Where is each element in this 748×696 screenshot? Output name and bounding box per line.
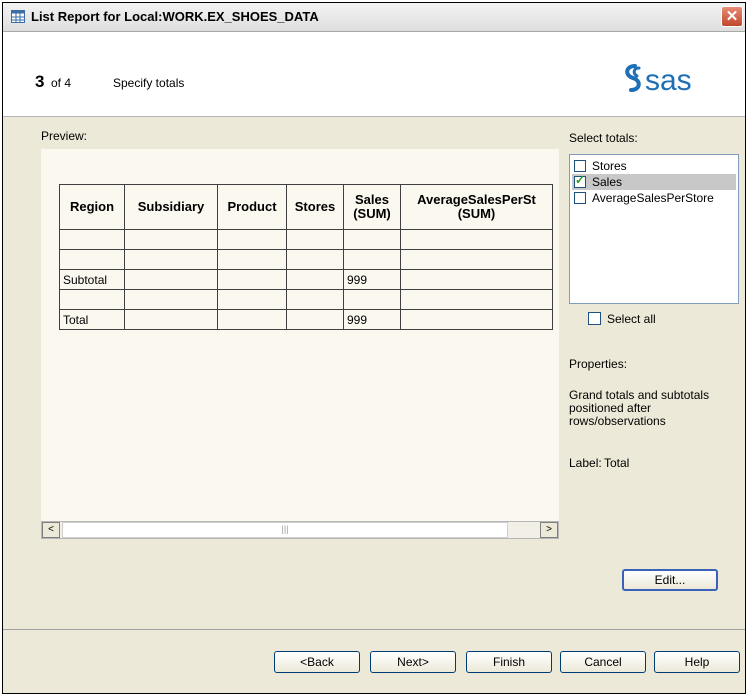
- footer-divider: [3, 629, 745, 630]
- cancel-button[interactable]: Cancel: [560, 651, 646, 673]
- header-row: Region Subsidiary Product Stores Sales (S…: [59, 184, 553, 230]
- edit-button[interactable]: Edit...: [622, 569, 718, 591]
- wizard-header: 3 of 4 Specify totals sas: [3, 32, 745, 117]
- preview-pane: Region Subsidiary Product Stores Sales (S…: [41, 149, 559, 521]
- horizontal-scrollbar[interactable]: < ||| >: [41, 521, 559, 539]
- totals-item-stores[interactable]: Stores: [572, 158, 736, 174]
- column-header-sales: Sales (SUM): [343, 184, 401, 230]
- label-key: Label:: [569, 456, 602, 470]
- close-icon: ✕: [725, 8, 739, 25]
- title-bar: List Report for Local:WORK.EX_SHOES_DATA…: [3, 3, 745, 32]
- table-row-total: Total 999: [59, 309, 553, 330]
- next-button[interactable]: Next>: [370, 651, 456, 673]
- scroll-right-button[interactable]: >: [540, 522, 558, 538]
- select-all-checkbox[interactable]: [588, 312, 601, 325]
- sas-logo-text: sas: [645, 64, 692, 96]
- step-total: of 4: [51, 76, 72, 90]
- preview-table: Region Subsidiary Product Stores Sales (S…: [59, 184, 553, 330]
- close-button[interactable]: ✕: [721, 6, 743, 27]
- scroll-thumb[interactable]: |||: [62, 522, 508, 538]
- chevron-right-icon: >: [546, 524, 552, 535]
- chevron-left-icon: <: [48, 524, 54, 535]
- select-totals-label: Select totals:: [569, 131, 638, 145]
- totals-item-average-sales[interactable]: AverageSalesPerStore: [572, 190, 736, 206]
- finish-button[interactable]: Finish: [466, 651, 552, 673]
- select-all-label[interactable]: Select all: [607, 312, 656, 326]
- totals-listbox[interactable]: Stores Sales AverageSalesPerStore: [569, 154, 739, 304]
- column-header-stores: Stores: [286, 184, 344, 230]
- column-header-avg-sales: AverageSalesPerSt (SUM): [400, 184, 553, 230]
- table-icon: [11, 10, 25, 23]
- table-row: [59, 249, 553, 270]
- help-button[interactable]: Help: [654, 651, 740, 673]
- table-row: [59, 229, 553, 250]
- scroll-left-button[interactable]: <: [42, 522, 60, 538]
- grip-icon: |||: [281, 524, 289, 534]
- properties-label: Properties:: [569, 357, 628, 371]
- column-header-region: Region: [59, 184, 125, 230]
- preview-label: Preview:: [41, 129, 88, 143]
- properties-description: Grand totals and subtotals positioned af…: [569, 388, 710, 428]
- wizard-window: List Report for Local:WORK.EX_SHOES_DATA…: [2, 2, 746, 694]
- step-number: 3: [35, 72, 45, 91]
- sas-logo: sas: [625, 64, 692, 96]
- checkbox-sales[interactable]: [574, 173, 586, 188]
- checkbox-stores[interactable]: [574, 160, 586, 172]
- step-description: Specify totals: [113, 76, 185, 90]
- table-row-subtotal: Subtotal 999: [59, 269, 553, 290]
- table-row: [59, 289, 553, 310]
- window-title: List Report for Local:WORK.EX_SHOES_DATA: [31, 9, 319, 24]
- column-header-subsidiary: Subsidiary: [124, 184, 218, 230]
- checkbox-average-sales[interactable]: [574, 192, 586, 204]
- totals-item-sales[interactable]: Sales: [572, 173, 736, 190]
- back-button[interactable]: <Back: [274, 651, 360, 673]
- column-header-product: Product: [217, 184, 287, 230]
- label-value: Total: [604, 456, 630, 470]
